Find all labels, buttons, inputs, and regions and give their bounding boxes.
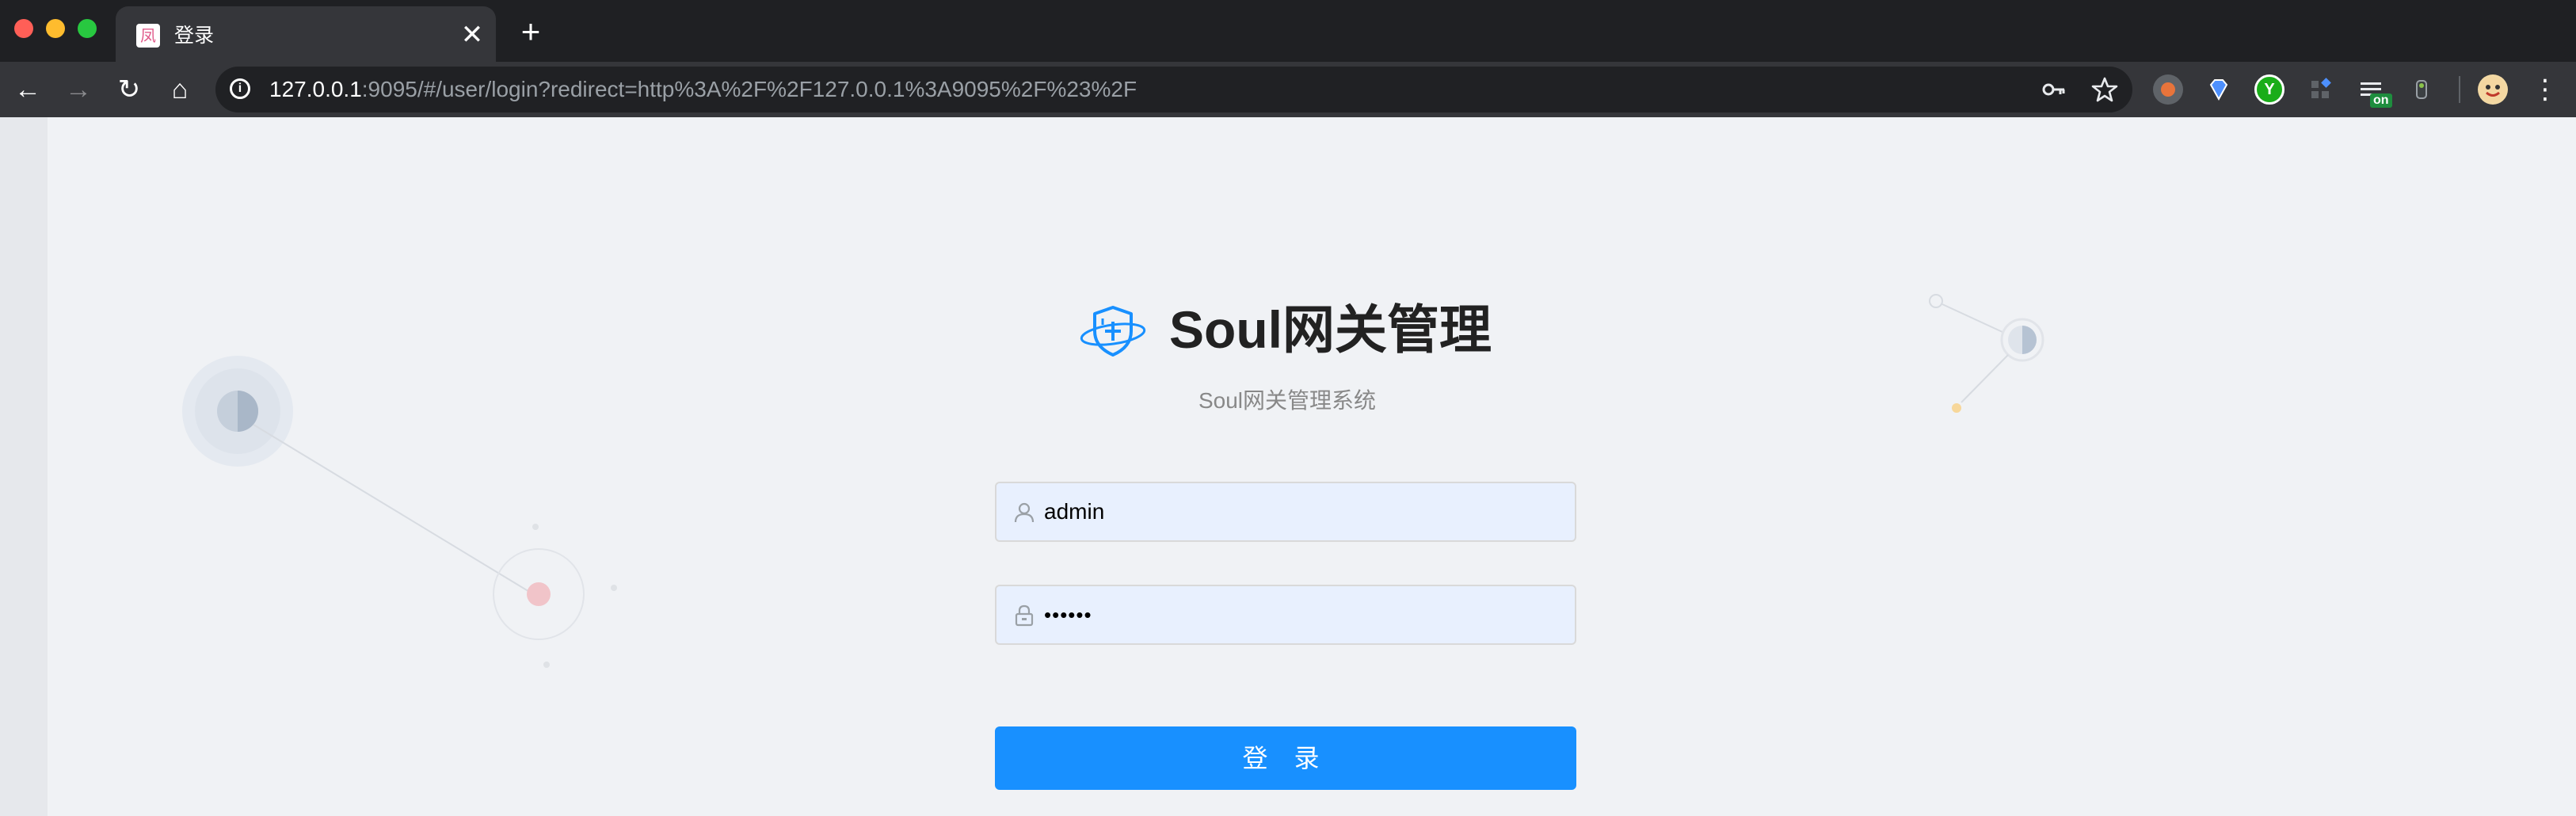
password-value[interactable]: ••••••	[1044, 601, 1092, 629]
extension-diamond-icon[interactable]	[2204, 74, 2234, 105]
browser-titlebar: 凤 登录 ✕ +	[0, 0, 2576, 62]
lock-icon	[1012, 604, 1036, 627]
extension-on-badge: on	[2370, 93, 2392, 108]
url-host: 127.0.0.1	[269, 77, 362, 101]
tab-title: 登录	[174, 25, 215, 47]
key-icon[interactable]	[2039, 74, 2069, 105]
extension-y-icon[interactable]: Y	[2254, 74, 2284, 105]
site-info-icon[interactable]: i	[230, 78, 250, 99]
forward-button[interactable]: →	[60, 71, 97, 108]
shield-logo-icon	[1079, 304, 1147, 360]
back-button[interactable]: ←	[10, 71, 46, 108]
app-subtitle: Soul网关管理系统	[1198, 388, 1377, 413]
extension-list-on-icon[interactable]: on	[2356, 74, 2392, 108]
login-page: Soul网关管理 Soul网关管理系统 admin •••••• 登 录	[0, 117, 2576, 816]
new-tab-button[interactable]: +	[513, 14, 548, 49]
extension-puzzle-icon[interactable]	[2406, 74, 2437, 105]
profile-avatar[interactable]	[2478, 74, 2508, 105]
extension-orange-dot-icon[interactable]	[2153, 74, 2183, 105]
username-field[interactable]: admin	[995, 482, 1576, 542]
browser-menu-button[interactable]: ⋮	[2527, 71, 2563, 108]
address-bar[interactable]: i 127.0.0.1:9095/#/user/login?redirect=h…	[215, 67, 2132, 112]
browser-toolbar: ← → ↻ ⌂ i 127.0.0.1:9095/#/user/login?re…	[0, 62, 2576, 117]
login-button[interactable]: 登 录	[995, 726, 1576, 790]
home-button[interactable]: ⌂	[162, 71, 198, 108]
toolbar-separator	[2459, 76, 2460, 103]
extension-grid-icon[interactable]	[2305, 74, 2335, 105]
background-decoration	[182, 294, 2044, 668]
reload-button[interactable]: ↻	[111, 71, 147, 108]
star-icon[interactable]	[2090, 74, 2120, 105]
tab-close-icon[interactable]: ✕	[456, 19, 488, 51]
password-field[interactable]: ••••••	[995, 585, 1576, 645]
maximize-window-button[interactable]	[78, 19, 97, 38]
browser-tab[interactable]: 凤 登录 ✕	[116, 6, 496, 62]
app-title: Soul网关管理	[1169, 300, 1492, 359]
url-path: :9095/#/user/login?redirect=http%3A%2F%2…	[361, 77, 1137, 101]
tab-favicon: 凤	[136, 24, 160, 48]
username-value[interactable]: admin	[1044, 498, 1104, 526]
close-window-button[interactable]	[14, 19, 33, 38]
minimize-window-button[interactable]	[46, 19, 65, 38]
url-text[interactable]: 127.0.0.1:9095/#/user/login?redirect=htt…	[269, 76, 1137, 103]
user-icon	[1012, 501, 1036, 524]
